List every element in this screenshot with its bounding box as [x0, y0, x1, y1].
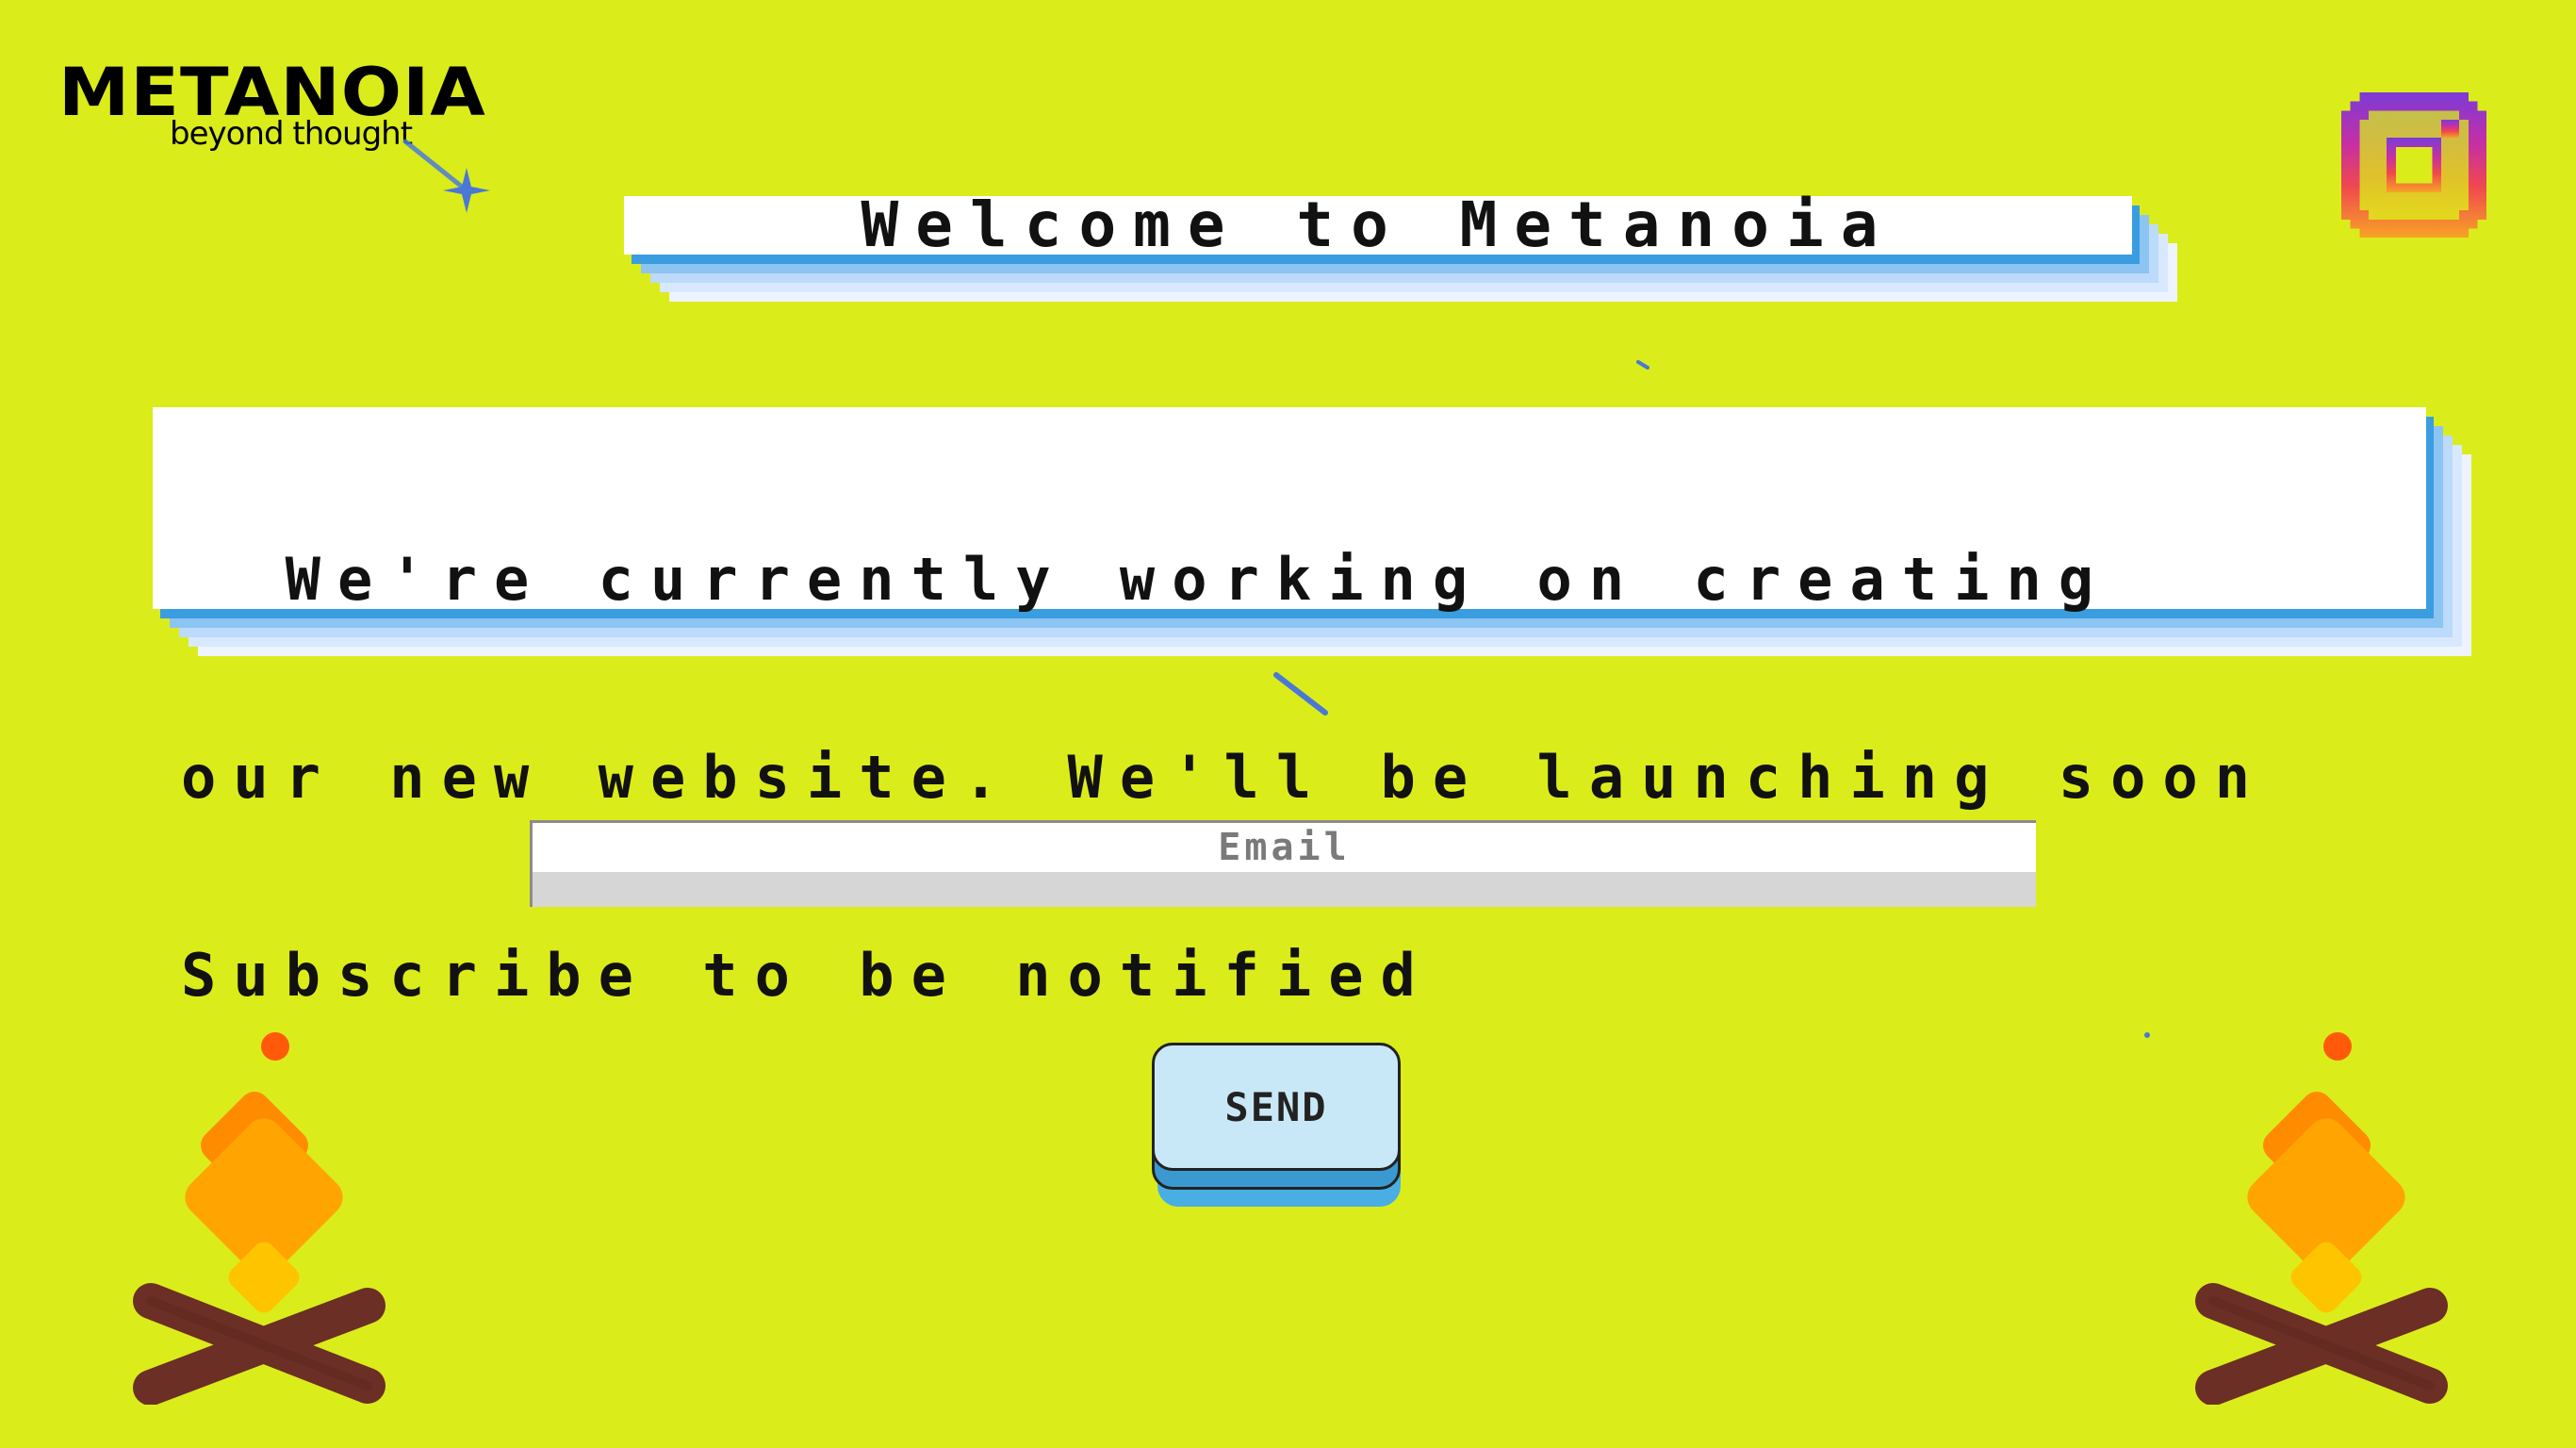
welcome-title: Welcome to Metanoia: [624, 194, 2132, 256]
message-line: We're currently working on creating: [181, 545, 2111, 614]
email-field-frame: [530, 820, 2036, 907]
announcement-box: We're currently working on creating our …: [153, 407, 2471, 1009]
brand-logo[interactable]: METANOIA beyond thought: [58, 55, 485, 168]
send-button[interactable]: SEND: [1152, 1043, 1401, 1171]
email-input[interactable]: [533, 823, 2036, 872]
message-line: our new website. We'll be launching soon: [181, 743, 2268, 812]
instagram-icon[interactable]: [2341, 92, 2486, 238]
campfire-icon: [133, 1032, 386, 1405]
sparkle-star-icon: [402, 139, 490, 213]
sparkle-dot-icon: [1636, 360, 1649, 370]
brand-tagline: beyond thought: [170, 115, 413, 153]
welcome-banner: Welcome to Metanoia: [624, 194, 2177, 302]
message-line: Subscribe to be notified: [181, 941, 1433, 1010]
campfire-icon: [2195, 1032, 2448, 1405]
